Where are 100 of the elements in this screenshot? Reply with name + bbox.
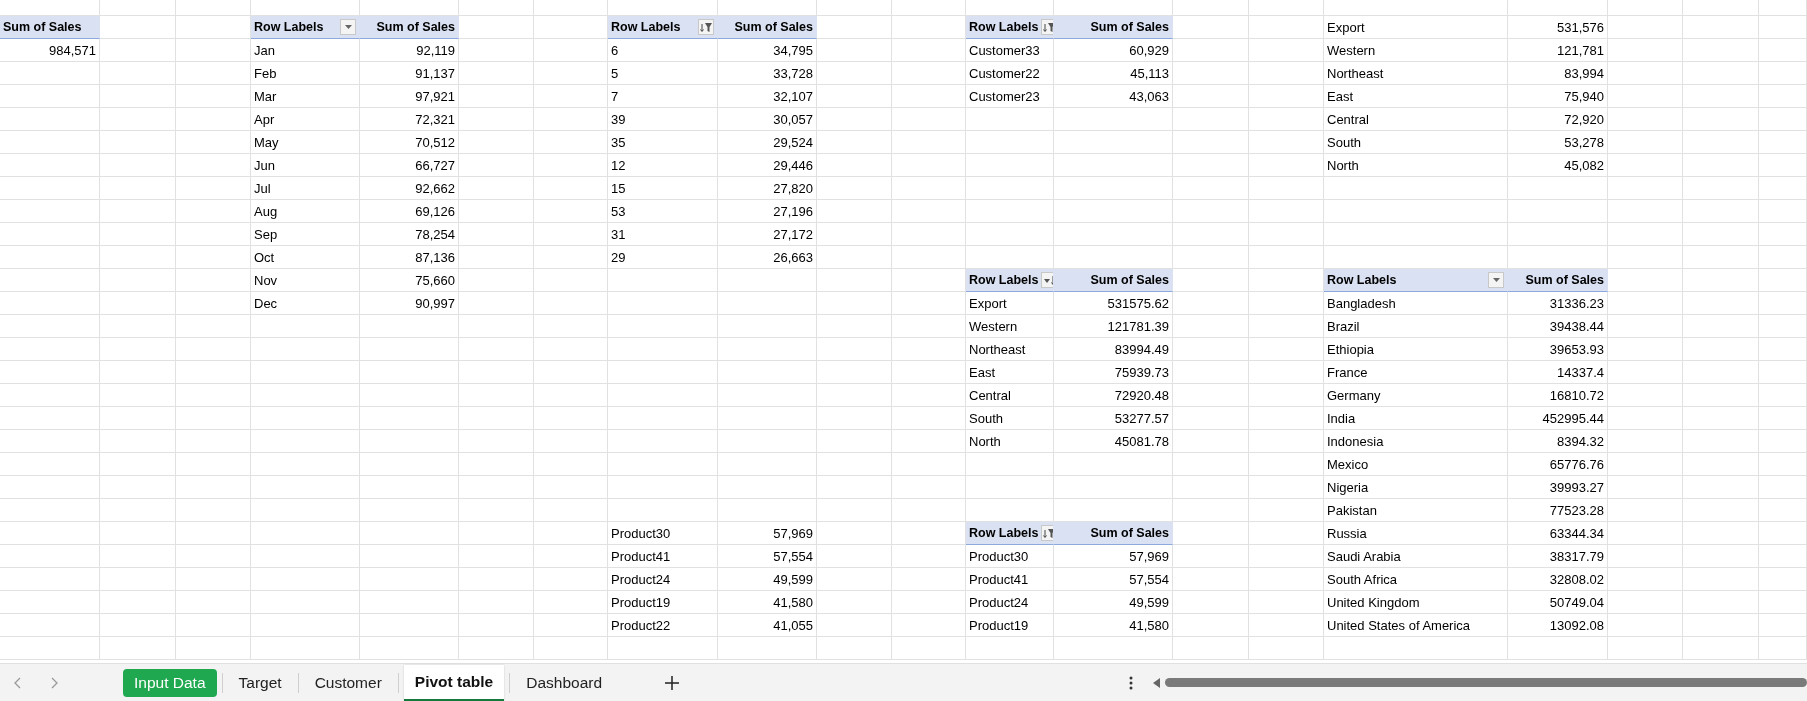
column-header: Sum of Sales — [1054, 522, 1173, 545]
sort-button[interactable] — [1041, 272, 1053, 288]
table-cell-text: 45081.78 — [1113, 432, 1170, 451]
table-cell-text: 16810.72 — [1548, 386, 1605, 405]
column-header: Row Labels — [611, 20, 681, 34]
scroll-left-icon[interactable] — [1153, 677, 1161, 688]
column-header: Sum of Sales — [360, 16, 459, 39]
filter-button[interactable] — [698, 19, 714, 35]
table-cell-text: Indonesia — [1326, 432, 1385, 451]
table-cell-text: Dec — [253, 294, 279, 313]
table-cell-text: South Africa — [1326, 570, 1399, 589]
table-cell-text: 26,663 — [772, 248, 814, 267]
column-header: Sum of Sales — [1508, 269, 1608, 292]
table-cell-text: Customer33 — [968, 41, 1041, 60]
table-cell-text: Nov — [253, 271, 279, 290]
table-cell-text: Product19 — [610, 593, 672, 612]
table-cell-text: 63344.34 — [1548, 524, 1605, 543]
table-cell-text: 49,599 — [772, 570, 814, 589]
column-header: Sum of Sales — [718, 16, 817, 39]
table-cell-text: 35 — [610, 133, 627, 152]
table-cell-text: Mar — [253, 87, 278, 106]
table-cell-text: Product41 — [968, 570, 1030, 589]
sort-filter-icon — [1042, 527, 1053, 539]
table-cell-text: 75,940 — [1563, 87, 1605, 106]
table-cell-text: France — [1326, 363, 1369, 382]
column-header: Sum of Sales — [1054, 16, 1173, 39]
sheet-tab[interactable]: Pivot table — [403, 664, 505, 701]
table-cell-text: Aug — [253, 202, 279, 221]
table-cell-text: 70,512 — [414, 133, 456, 152]
table-cell-text: 531,576 — [1556, 18, 1605, 37]
table-cell-text: 78,254 — [414, 225, 456, 244]
table-cell-text: 53 — [610, 202, 627, 221]
table-cell-text: 45,082 — [1563, 156, 1605, 175]
add-sheet-icon[interactable] — [664, 674, 681, 691]
scrollbar-thumb[interactable] — [1165, 678, 1807, 687]
sheet-tab[interactable]: Target — [227, 668, 293, 697]
table-cell-text: 83,994 — [1563, 64, 1605, 83]
table-cell-text: 38317.79 — [1548, 547, 1605, 566]
table-cell-text: Nigeria — [1326, 478, 1370, 497]
table-cell-text: 53277.57 — [1113, 409, 1170, 428]
column-header: Row Labels — [1327, 273, 1397, 287]
table-cell-text: May — [253, 133, 280, 152]
table-cell-text: Western — [1326, 41, 1377, 60]
sort-descending-icon — [1042, 274, 1053, 286]
table-cell-text: Bangladesh — [1326, 294, 1397, 313]
table-cell-text: Export — [968, 294, 1008, 313]
table-cell-text: 60,929 — [1128, 41, 1170, 60]
table-cell-text: Apr — [253, 110, 276, 129]
table-cell-text: 41,580 — [772, 593, 814, 612]
table-cell-text: 33,728 — [772, 64, 814, 83]
table-cell-text: 29,446 — [772, 156, 814, 175]
table-cell-text: 14337.4 — [1556, 363, 1605, 382]
dropdown-button[interactable] — [340, 19, 356, 35]
table-cell-text: North — [968, 432, 1002, 451]
table-cell-text: Central — [968, 386, 1012, 405]
table-cell-text: Product19 — [968, 616, 1030, 635]
table-cell-text: 65776.76 — [1548, 455, 1605, 474]
table-cell-text: 41,055 — [772, 616, 814, 635]
table-cell-text: Product24 — [610, 570, 672, 589]
column-header: Row Labels — [969, 526, 1039, 540]
table-cell-text: India — [1326, 409, 1357, 428]
dropdown-button[interactable] — [1488, 272, 1504, 288]
table-cell-text: 6 — [610, 41, 620, 60]
filter-button[interactable] — [1041, 525, 1053, 541]
table-cell-text: Russia — [1326, 524, 1368, 543]
table-cell-text: 984,571 — [48, 41, 97, 60]
table-cell-text: Customer22 — [968, 64, 1041, 83]
table-cell-text: 31 — [610, 225, 627, 244]
table-cell-text: 121,781 — [1556, 41, 1605, 60]
table-cell-text: 92,119 — [415, 41, 456, 60]
table-cell-text: Mexico — [1326, 455, 1370, 474]
sheet-tab[interactable]: Dashboard — [515, 668, 614, 697]
more-options-icon[interactable] — [1129, 675, 1133, 690]
table-cell-text: Central — [1326, 110, 1370, 129]
table-cell-text: Jan — [253, 41, 276, 60]
table-cell-text: 12 — [610, 156, 627, 175]
table-cell-text: 92,662 — [414, 179, 456, 198]
table-cell-text: Pakistan — [1326, 501, 1378, 520]
sort-filter-icon — [1042, 21, 1053, 33]
table-cell-text: 57,554 — [772, 547, 814, 566]
table-cell-text: 39438.44 — [1548, 317, 1605, 336]
table-cell-text: 57,969 — [1128, 547, 1170, 566]
table-cell-text: 50749.04 — [1548, 593, 1605, 612]
table-cell-text: Sep — [253, 225, 279, 244]
table-cell-text: 27,172 — [772, 225, 814, 244]
table-cell-text: Northeast — [1326, 64, 1385, 83]
table-cell-text: 29,524 — [772, 133, 814, 152]
filter-button[interactable] — [1041, 19, 1053, 35]
table-cell-text: Product30 — [610, 524, 672, 543]
table-cell-text: 121781.39 — [1106, 317, 1170, 336]
table-cell-text: 39993.27 — [1548, 478, 1605, 497]
table-cell-text: 452995.44 — [1541, 409, 1605, 428]
table-cell-text: 29 — [610, 248, 627, 267]
sheet-tab[interactable]: Customer — [303, 668, 393, 697]
table-cell-text: 49,599 — [1128, 593, 1170, 612]
table-cell-text: 72920.48 — [1113, 386, 1170, 405]
table-cell-text: 75,660 — [414, 271, 456, 290]
table-cell-text: 13092.08 — [1548, 616, 1605, 635]
table-cell-text: 57,554 — [1128, 570, 1170, 589]
table-cell-text: Germany — [1326, 386, 1382, 405]
